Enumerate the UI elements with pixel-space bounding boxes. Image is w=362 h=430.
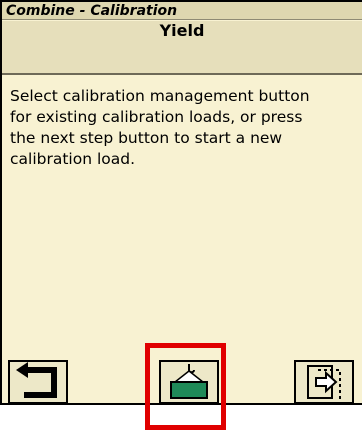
next-step-icon: [307, 365, 341, 402]
back-button[interactable]: [8, 360, 68, 404]
section-title: Yield: [159, 21, 205, 40]
next-step-button[interactable]: [294, 360, 354, 404]
highlight-box: [145, 343, 226, 430]
instruction-line: the next step button to start a new: [10, 129, 283, 147]
section-header: Yield: [2, 21, 362, 75]
instruction-line: for existing calibration loads, or press: [10, 108, 303, 126]
instruction-line: Select calibration management button: [10, 87, 310, 105]
back-arrow-icon: [16, 362, 57, 398]
instruction-text: Select calibration management button for…: [10, 86, 350, 170]
window-title: Combine - Calibration: [2, 2, 362, 20]
instruction-line: calibration load.: [10, 150, 136, 168]
